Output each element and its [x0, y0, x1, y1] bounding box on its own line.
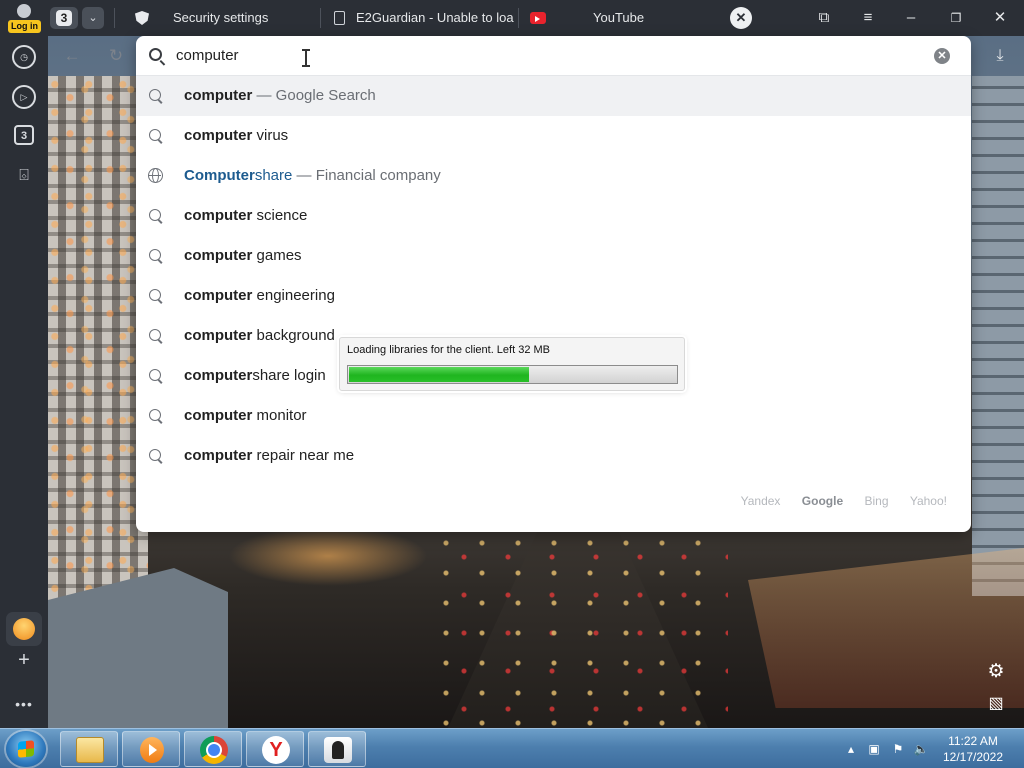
volume-icon[interactable]: 🔈 [913, 741, 929, 757]
sidebar: ◷ ▷ 3 ⌺ + ••• [0, 36, 48, 728]
taskbar: Y ▴ ▣ ⚑ 🔈 11:22 AM 12/17/2022 [0, 728, 1024, 768]
engine-yahoo[interactable]: Yahoo! [910, 494, 947, 508]
search-icon [149, 409, 161, 421]
search-icon [149, 129, 161, 141]
close-window-button[interactable]: ✕ [987, 6, 1013, 30]
search-icon [149, 329, 161, 341]
back-button[interactable]: ← [60, 44, 84, 68]
text-cursor-icon [302, 49, 310, 67]
suggestion-item[interactable]: computer repair near me [136, 436, 971, 476]
globe-icon [148, 168, 163, 183]
tab-divider [114, 8, 115, 28]
mail-icon[interactable] [6, 612, 42, 646]
suggestion-item-site[interactable]: Computershare — Financial company [136, 156, 971, 196]
java-icon [324, 737, 352, 763]
document-icon [334, 11, 345, 25]
shield-icon [135, 11, 149, 25]
suggestion-item[interactable]: computer monitor [136, 396, 971, 436]
street-lights [428, 528, 728, 728]
engine-bing[interactable]: Bing [864, 494, 888, 508]
tab-bar: Log in 3 ⌄ Security settings E2Guardian … [0, 0, 1024, 36]
tab-e2guardian[interactable]: E2Guardian - Unable to loa [326, 0, 516, 36]
suggestion-item[interactable]: computer science [136, 196, 971, 236]
screenshot-icon[interactable]: ⌺ [12, 164, 36, 188]
close-tab-button[interactable]: ✕ [730, 7, 752, 29]
play-icon[interactable]: ▷ [12, 85, 36, 109]
search-icon [149, 369, 161, 381]
taskbar-yandex[interactable]: Y [246, 731, 304, 767]
engine-google[interactable]: Google [802, 494, 843, 508]
loading-dialog: Loading libraries for the client. Left 3… [339, 337, 685, 391]
download-icon[interactable]: ⤓ [988, 44, 1012, 68]
search-icon [149, 48, 162, 61]
start-button[interactable] [6, 731, 46, 767]
more-icon[interactable]: ••• [12, 692, 36, 716]
history-icon[interactable]: ◷ [12, 45, 36, 69]
suggestion-item[interactable]: computer virus [136, 116, 971, 156]
omnibox-input-row[interactable]: computer ✕ [136, 36, 971, 76]
clock-time: 11:22 AM [948, 734, 998, 748]
action-center-icon[interactable]: ⚑ [890, 741, 906, 757]
restore-button[interactable]: ❐ [943, 6, 969, 30]
engine-yandex[interactable]: Yandex [741, 494, 781, 508]
folder-icon [76, 737, 104, 763]
image-icon[interactable]: ▧ [982, 690, 1010, 718]
progress-bar [347, 365, 678, 384]
add-icon[interactable]: + [12, 648, 36, 672]
taskbar-media-player[interactable] [122, 731, 180, 767]
search-icon [149, 249, 161, 261]
minimize-button[interactable]: – [898, 6, 924, 30]
tab-divider [320, 8, 321, 28]
tab-groups-button[interactable]: 3 [14, 125, 34, 145]
bookmarks-icon[interactable]: ⧉ [811, 6, 837, 30]
search-icon [149, 449, 161, 461]
building-left [48, 76, 148, 616]
suggestion-item[interactable]: computer games [136, 236, 971, 276]
progress-fill [349, 367, 529, 382]
clear-icon[interactable]: ✕ [934, 48, 950, 64]
omnibox-dropdown: computer ✕ computer — Google Search comp… [136, 36, 971, 532]
tab-label: E2Guardian - Unable to loa [356, 10, 514, 25]
system-clock[interactable]: 11:22 AM 12/17/2022 [936, 733, 1010, 765]
yandex-icon: Y [262, 736, 290, 764]
tab-label: YouTube [593, 10, 645, 25]
profile-button[interactable]: Log in [4, 2, 44, 34]
show-hidden-icons[interactable]: ▴ [843, 741, 859, 757]
tab-youtube[interactable]: YouTube [524, 0, 704, 36]
search-icon [149, 289, 161, 301]
search-engine-switcher: Yandex Google Bing Yahoo! [723, 494, 947, 508]
network-icon[interactable]: ▣ [866, 741, 882, 757]
taskbar-java[interactable] [308, 731, 366, 767]
menu-icon[interactable]: ≡ [855, 6, 881, 30]
tab-count-button[interactable]: 3 [50, 7, 78, 29]
suggestion-item[interactable]: computer engineering [136, 276, 971, 316]
login-badge: Log in [8, 20, 41, 33]
loading-message: Loading libraries for the client. Left 3… [347, 344, 551, 356]
building-right [972, 76, 1024, 596]
suggestion-item[interactable]: computer — Google Search [136, 76, 971, 116]
search-input[interactable]: computer [176, 36, 239, 76]
chrome-icon [200, 736, 228, 764]
storefront-glow [228, 526, 428, 586]
reload-button[interactable]: ↻ [104, 44, 128, 68]
clock-date: 12/17/2022 [942, 750, 1004, 764]
tab-label: Security settings [173, 10, 269, 25]
taskbar-explorer[interactable] [60, 731, 118, 767]
chevron-down-icon[interactable]: ⌄ [82, 7, 104, 29]
taskbar-chrome[interactable] [184, 731, 242, 767]
tab-divider [518, 8, 519, 28]
user-icon [17, 4, 31, 18]
search-icon [149, 209, 161, 221]
tab-security-settings[interactable]: Security settings [128, 0, 318, 36]
media-player-icon [140, 737, 164, 763]
youtube-icon [530, 12, 546, 24]
search-icon [149, 89, 161, 101]
gear-icon[interactable]: ⚙ [982, 658, 1010, 686]
